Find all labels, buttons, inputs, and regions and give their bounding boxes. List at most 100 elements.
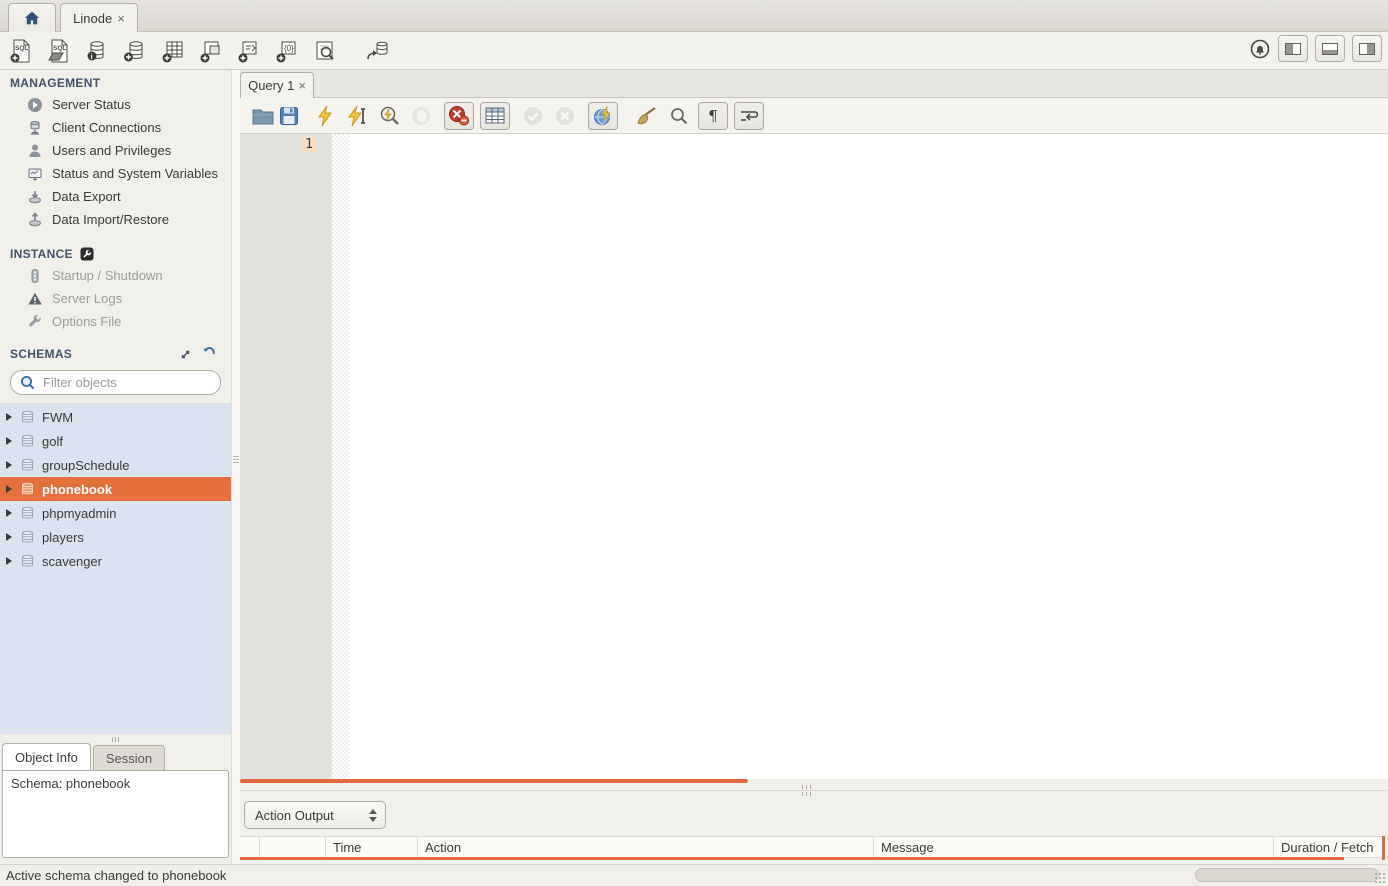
sidebar-item-users-and-privileges[interactable]: Users and Privileges bbox=[0, 139, 231, 162]
spinner-icon bbox=[369, 809, 377, 822]
toggle-autocommit-button[interactable] bbox=[588, 102, 618, 130]
sql-editor-canvas[interactable]: 1 bbox=[240, 134, 1388, 779]
item-label: Client Connections bbox=[52, 120, 161, 135]
svg-text:SQL: SQL bbox=[15, 45, 28, 52]
commit-button[interactable] bbox=[520, 104, 546, 128]
close-icon[interactable]: × bbox=[298, 78, 306, 93]
wrench-badge-icon bbox=[79, 247, 95, 261]
create-table-icon[interactable] bbox=[160, 38, 186, 64]
status-message: Active schema changed to phonebook bbox=[6, 868, 226, 883]
home-tab[interactable] bbox=[8, 3, 56, 32]
output-splitter[interactable] bbox=[240, 784, 1388, 797]
expander-icon[interactable] bbox=[6, 509, 12, 517]
svg-text:{0}: {0} bbox=[284, 44, 294, 53]
export-icon bbox=[27, 189, 43, 205]
save-script-button[interactable] bbox=[276, 104, 302, 128]
sidebar-item-server-status[interactable]: Server Status bbox=[0, 93, 231, 116]
schema-row-phpmyadmin[interactable]: phpmyadmin bbox=[0, 501, 231, 525]
create-view-icon[interactable] bbox=[198, 38, 224, 64]
schema-row-phonebook-selected[interactable]: phonebook bbox=[0, 477, 231, 501]
output-vscrollbar-thumb[interactable] bbox=[1382, 836, 1385, 860]
schema-icon bbox=[19, 458, 35, 472]
client-connections-icon bbox=[27, 120, 43, 136]
create-schema-icon[interactable] bbox=[122, 38, 148, 64]
sidebar-item-client-connections[interactable]: Client Connections bbox=[0, 116, 231, 139]
schema-filter-input[interactable] bbox=[41, 374, 221, 391]
close-icon[interactable]: × bbox=[117, 11, 125, 26]
expander-icon[interactable] bbox=[6, 485, 12, 493]
database-info-icon[interactable]: i bbox=[84, 38, 110, 64]
limit-rows-button[interactable] bbox=[480, 102, 510, 130]
expander-icon[interactable] bbox=[6, 437, 12, 445]
wrap-text-button[interactable] bbox=[734, 102, 764, 130]
sidebar-item-server-logs[interactable]: Server Logs bbox=[0, 287, 231, 310]
query-tab-label: Query 1 bbox=[248, 78, 294, 93]
schema-row-scavenger[interactable]: scavenger bbox=[0, 549, 231, 573]
expand-schemas-icon[interactable] bbox=[177, 348, 193, 361]
tab-label: Object Info bbox=[15, 750, 78, 765]
svg-text:SQL: SQL bbox=[53, 45, 66, 52]
open-sql-script-icon[interactable]: SQL bbox=[46, 38, 72, 64]
sidebar-item-startup-shutdown[interactable]: Startup / Shutdown bbox=[0, 264, 231, 287]
editor-hscrollbar-thumb[interactable] bbox=[240, 779, 748, 783]
output-view-selector[interactable]: Action Output bbox=[244, 801, 386, 829]
schema-filter[interactable] bbox=[10, 370, 221, 395]
create-function-icon[interactable]: {0} bbox=[274, 38, 300, 64]
rollback-button[interactable] bbox=[552, 104, 578, 128]
window-resize-grip[interactable] bbox=[1374, 872, 1386, 884]
user-icon bbox=[27, 143, 43, 159]
toggle-bottom-panel-button[interactable] bbox=[1315, 35, 1345, 62]
sidebar-item-options-file[interactable]: Options File bbox=[0, 310, 231, 333]
schema-row-FWM[interactable]: FWM bbox=[0, 405, 231, 429]
output-view-label: Action Output bbox=[255, 808, 334, 823]
schema-name: phonebook bbox=[42, 482, 112, 497]
expander-icon[interactable] bbox=[6, 413, 12, 421]
find-button[interactable] bbox=[666, 104, 692, 128]
tab-session[interactable]: Session bbox=[93, 745, 165, 770]
explain-button[interactable] bbox=[376, 104, 402, 128]
expander-icon[interactable] bbox=[6, 533, 12, 541]
query-tab[interactable]: Query 1 × bbox=[240, 72, 314, 98]
schema-row-golf[interactable]: golf bbox=[0, 429, 231, 453]
execute-current-statement-button[interactable] bbox=[344, 104, 370, 128]
sidebar-item-data-import[interactable]: Data Import/Restore bbox=[0, 208, 231, 231]
schema-row-groupSchedule[interactable]: groupSchedule bbox=[0, 453, 231, 477]
output-hscrollbar-thumb[interactable] bbox=[240, 857, 1344, 860]
sidebar-item-data-export[interactable]: Data Export bbox=[0, 185, 231, 208]
execute-button[interactable] bbox=[312, 104, 338, 128]
bottom-hscrollbar-thumb[interactable] bbox=[1195, 868, 1379, 882]
schemas-title: SCHEMAS bbox=[10, 347, 72, 361]
toggle-left-panel-button[interactable] bbox=[1278, 35, 1308, 62]
output-col-index bbox=[260, 837, 326, 857]
schema-row-players[interactable]: players bbox=[0, 525, 231, 549]
expander-icon[interactable] bbox=[6, 557, 12, 565]
sidebar-item-status-system-variables[interactable]: Status and System Variables bbox=[0, 162, 231, 185]
connection-tab[interactable]: Linode × bbox=[60, 3, 138, 32]
expander-icon[interactable] bbox=[6, 461, 12, 469]
beautify-button[interactable] bbox=[634, 104, 660, 128]
create-procedure-icon[interactable] bbox=[236, 38, 262, 64]
instance-section-header: INSTANCE bbox=[0, 241, 231, 264]
stop-button[interactable] bbox=[408, 104, 434, 128]
schema-name: scavenger bbox=[42, 554, 102, 569]
show-invisibles-button[interactable]: ¶ bbox=[698, 102, 728, 130]
management-section-header: MANAGEMENT bbox=[0, 70, 231, 93]
monitor-icon bbox=[27, 166, 43, 182]
reconnect-dbms-icon[interactable] bbox=[364, 38, 390, 64]
output-col-status bbox=[240, 837, 260, 857]
import-icon bbox=[27, 212, 43, 228]
search-table-data-icon[interactable] bbox=[312, 38, 338, 64]
refresh-schemas-icon[interactable] bbox=[201, 347, 217, 361]
toggle-right-panel-button[interactable] bbox=[1352, 35, 1382, 62]
schema-icon bbox=[19, 434, 35, 448]
toggle-stop-on-error-button[interactable] bbox=[444, 102, 474, 130]
new-sql-tab-icon[interactable]: SQL bbox=[8, 38, 34, 64]
output-panel: Action Output Time Action Message Durati… bbox=[240, 797, 1388, 864]
tab-object-info[interactable]: Object Info bbox=[2, 743, 91, 770]
info-panel-splitter[interactable] bbox=[0, 734, 231, 743]
notification-bell-icon[interactable] bbox=[1249, 37, 1271, 61]
schema-icon bbox=[19, 506, 35, 520]
output-table-header: Time Action Message Duration / Fetch bbox=[240, 836, 1388, 858]
sidebar-splitter[interactable] bbox=[231, 70, 240, 864]
open-script-button[interactable] bbox=[250, 104, 276, 128]
